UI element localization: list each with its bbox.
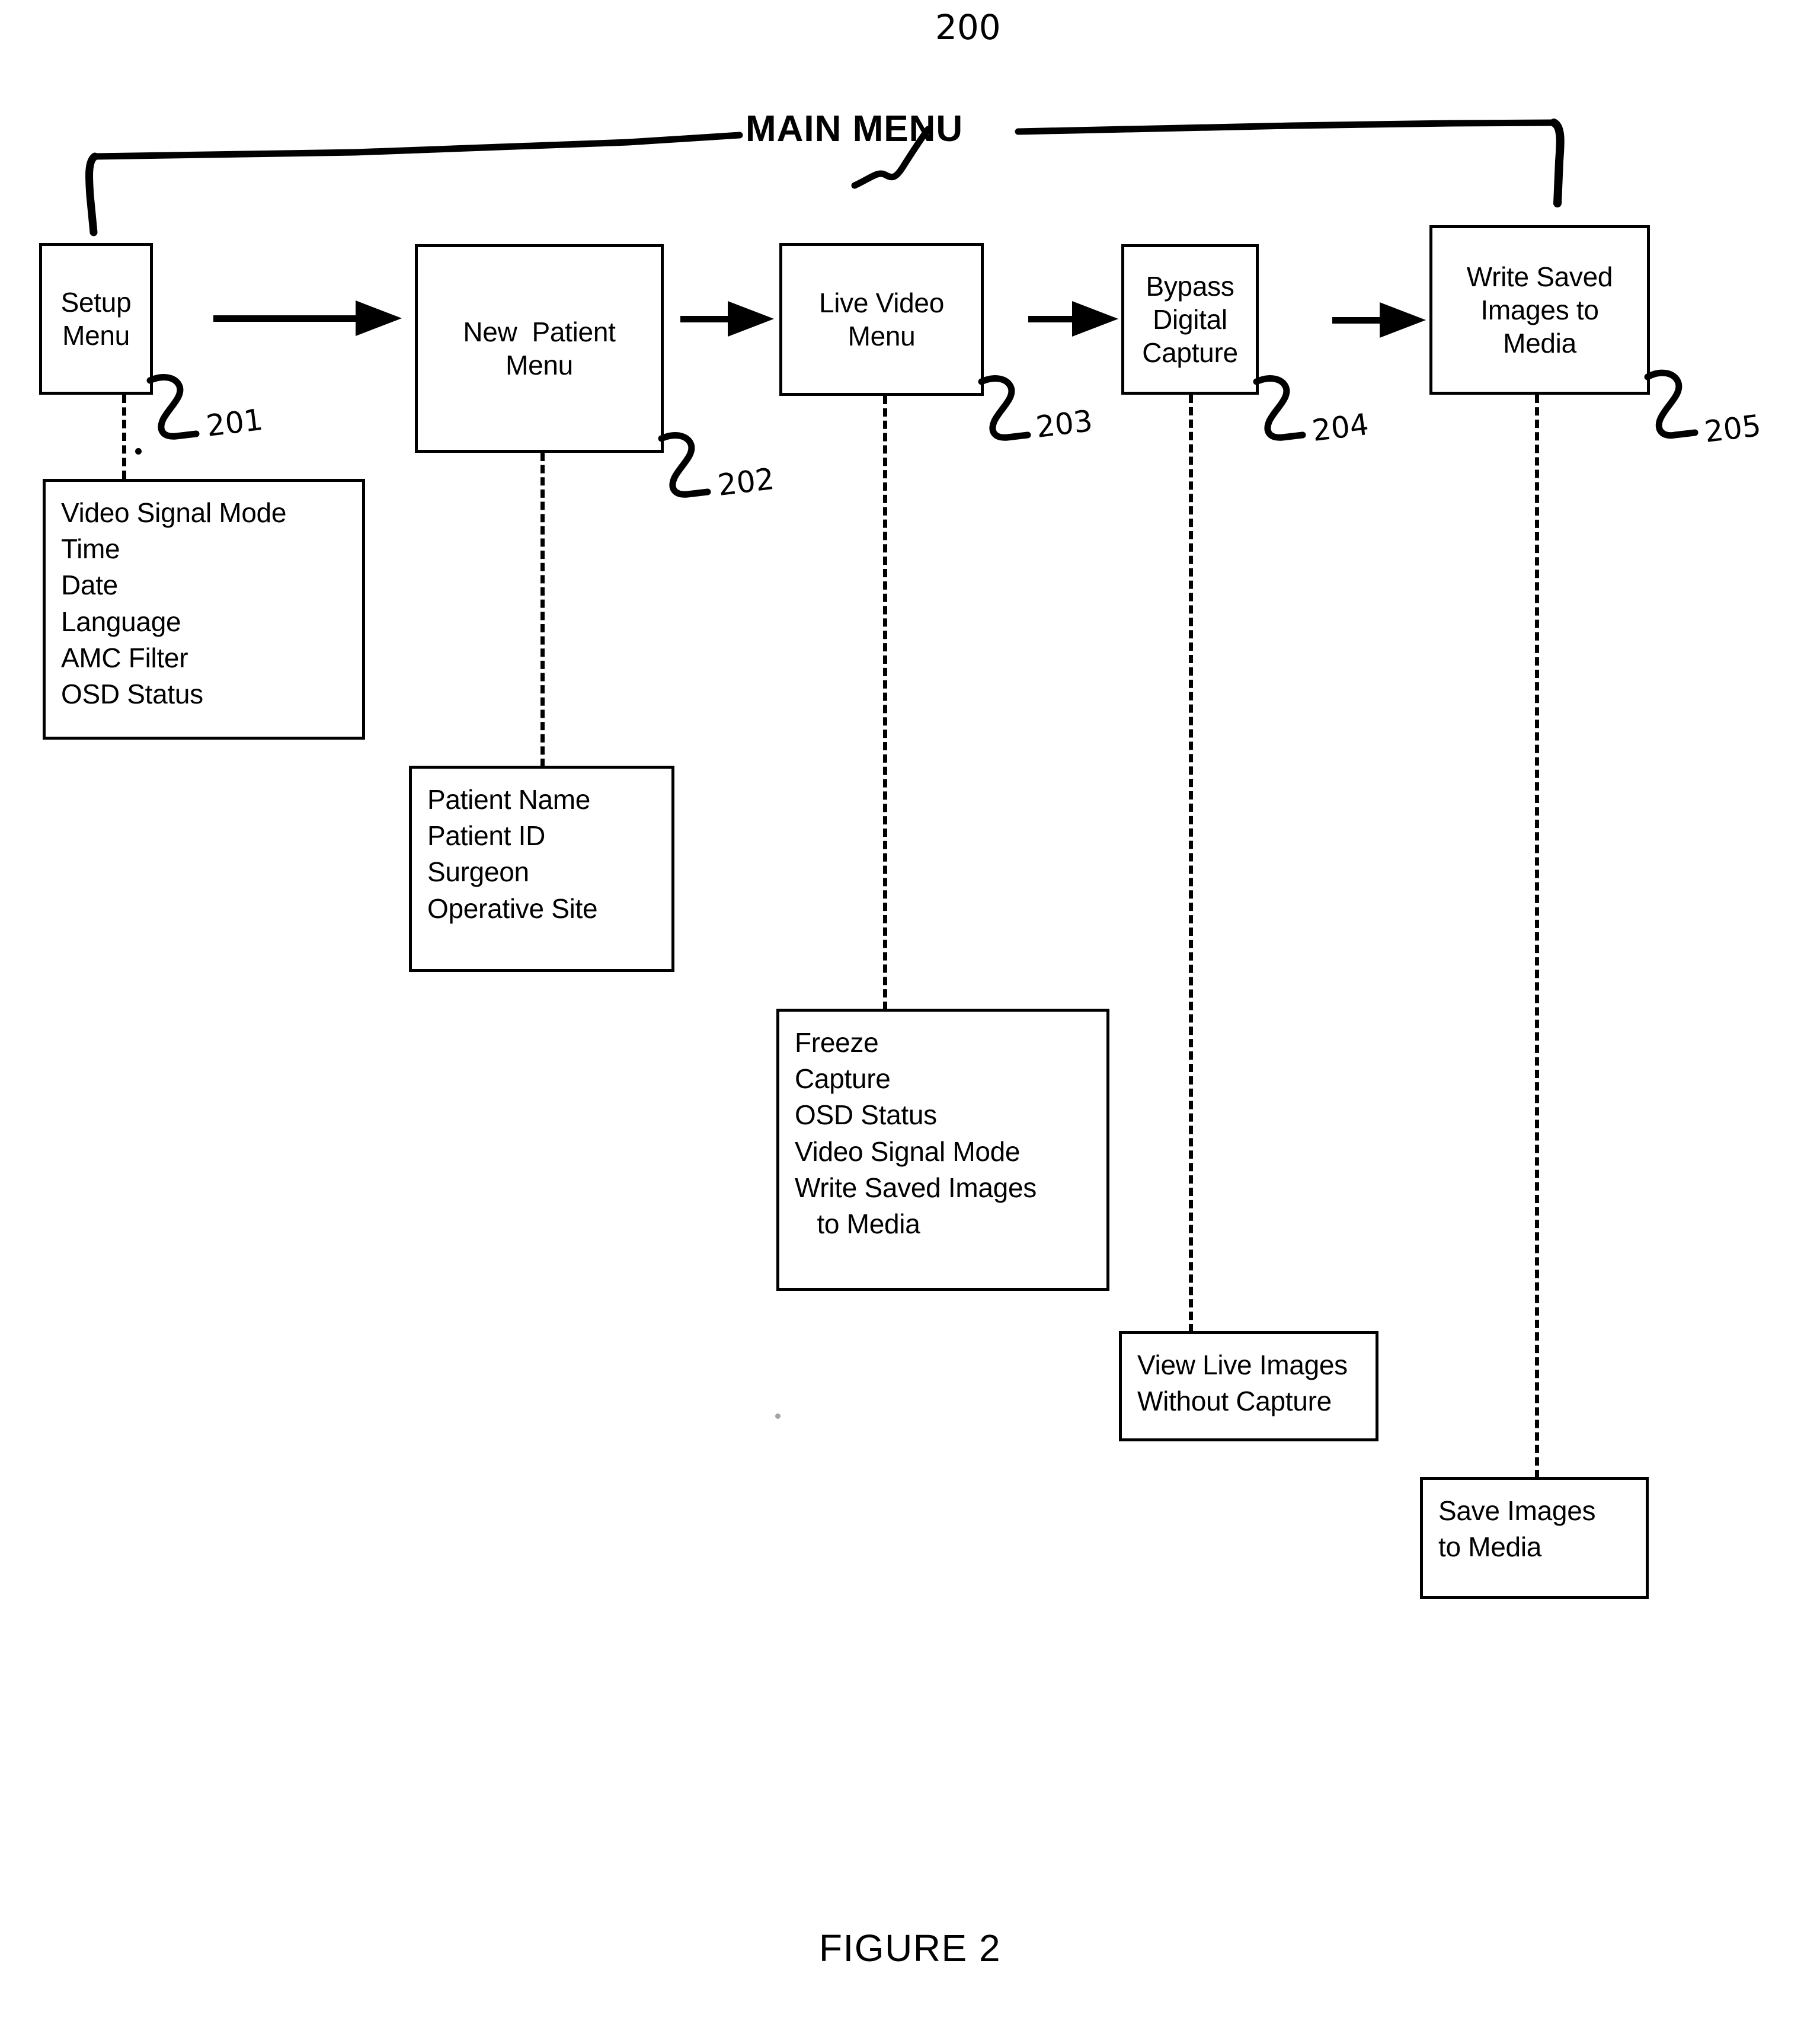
live-video-option-1[interactable]: Capture [795,1061,1106,1097]
node-write-saved-images-line-2: Images to [1480,294,1599,325]
node-new-patient-menu-line-1: New Patient [463,316,616,347]
bypass-option-1[interactable]: Without Capture [1137,1383,1376,1419]
listbox-bypass-digital-capture-options[interactable]: View Live Images Without Capture [1119,1331,1378,1441]
connector-bypass-digital-capture [1189,395,1193,1332]
listbox-setup-menu-options[interactable]: Video Signal Mode Time Date Language AMC… [43,479,365,740]
live-video-option-2[interactable]: OSD Status [795,1097,1106,1133]
setup-option-3[interactable]: Language [61,604,362,640]
node-setup-menu-line-2: Menu [62,320,130,351]
setup-option-4[interactable]: AMC Filter [61,640,362,676]
live-video-option-0[interactable]: Freeze [795,1025,1106,1061]
ref-201: 201 [204,402,265,443]
connector-new-patient-menu [540,453,545,767]
ref-204: 204 [1310,407,1371,448]
figure-caption: FIGURE 2 [818,1927,1002,1969]
ref-205: 205 [1702,408,1763,449]
write-saved-option-0[interactable]: Save Images [1438,1493,1646,1529]
new-patient-option-1[interactable]: Patient ID [427,818,671,854]
flow-arrow-2-shaft [680,316,731,322]
ref-200: 200 [935,7,1001,47]
live-video-option-4[interactable]: Write Saved Images [795,1170,1106,1206]
ref-202: 202 [715,461,776,503]
flow-arrow-2-head [728,301,774,337]
connector-write-saved-images [1535,395,1539,1478]
listbox-live-video-menu-options[interactable]: Freeze Capture OSD Status Video Signal M… [776,1009,1109,1291]
flow-arrow-4-shaft [1332,317,1383,324]
new-patient-option-3[interactable]: Operative Site [427,891,671,927]
listbox-write-saved-images-options[interactable]: Save Images to Media [1420,1477,1649,1599]
listbox-new-patient-menu-options[interactable]: Patient Name Patient ID Surgeon Operativ… [409,766,674,972]
node-bypass-digital-capture-line-3: Capture [1142,337,1238,369]
stray-ink-dot [135,448,142,455]
live-video-option-5[interactable]: to Media [795,1206,1106,1242]
node-new-patient-menu[interactable]: New Patient Menu [415,244,664,453]
setup-option-5[interactable]: OSD Status [61,676,362,712]
node-live-video-menu[interactable]: Live Video Menu [779,243,984,396]
node-live-video-menu-line-2: Menu [847,321,916,351]
setup-option-1[interactable]: Time [61,531,362,567]
node-write-saved-images-line-3: Media [1503,328,1576,359]
flow-arrow-4-head [1380,302,1426,338]
flow-arrow-3-head [1072,301,1118,337]
scanner-speck [775,1413,781,1419]
node-write-saved-images-line-1: Write Saved [1466,261,1613,292]
node-bypass-digital-capture-line-1: Bypass [1146,270,1234,302]
node-setup-menu[interactable]: Setup Menu [39,243,153,395]
flow-arrow-3-shaft [1028,316,1076,322]
node-write-saved-images-to-media[interactable]: Write Saved Images to Media [1429,225,1650,395]
flow-arrow-1-head [356,300,402,336]
setup-option-2[interactable]: Date [61,567,362,603]
node-new-patient-menu-line-2: Menu [506,350,573,380]
new-patient-option-0[interactable]: Patient Name [427,782,671,818]
node-setup-menu-line-1: Setup [60,286,132,318]
node-live-video-menu-line-1: Live Video [819,287,944,318]
patent-figure-page: MAIN MENU 200 Setup Menu 201 New Patient… [0,0,1820,2018]
write-saved-option-1[interactable]: to Media [1438,1529,1646,1565]
bypass-option-0[interactable]: View Live Images [1137,1347,1376,1383]
node-bypass-digital-capture-line-2: Digital [1153,303,1227,335]
new-patient-option-2[interactable]: Surgeon [427,854,671,890]
live-video-option-3[interactable]: Video Signal Mode [795,1134,1106,1170]
main-menu-label: MAIN MENU [746,108,964,149]
flow-arrow-1-shaft [213,315,356,322]
ref-203: 203 [1034,403,1095,444]
setup-option-0[interactable]: Video Signal Mode [61,495,362,531]
connector-live-video-menu [883,396,887,1010]
node-bypass-digital-capture[interactable]: Bypass Digital Capture [1121,244,1259,395]
connector-setup-menu [122,395,126,479]
